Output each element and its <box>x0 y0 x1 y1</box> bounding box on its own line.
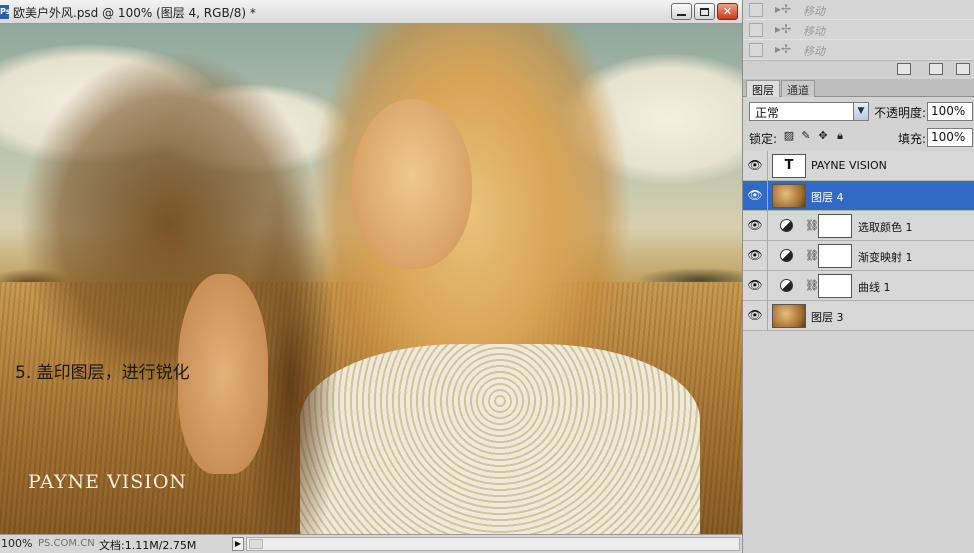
blend-mode-select[interactable]: 正常 ▼ <box>749 102 869 121</box>
layers-panel-tabs: 图层 通道 <box>743 79 974 97</box>
opacity-input[interactable]: 100% <box>927 102 973 121</box>
scrollbar-thumb[interactable] <box>249 539 263 549</box>
right-panel: ▸✢ 移动 ▸✢ 移动 ▸✢ 移动 图层 通道 正常 ▼ 不透明度: 100% … <box>742 0 974 553</box>
history-item[interactable]: ▸✢ 移动 <box>743 0 974 20</box>
status-watermark: PS.COM.CN <box>38 538 95 549</box>
model-hand <box>178 274 268 474</box>
layer-thumbnail <box>772 304 806 328</box>
history-item[interactable]: ▸✢ 移动 <box>743 40 974 60</box>
lock-paint-brush-icon[interactable]: ✎ <box>800 129 812 143</box>
divider <box>767 301 768 331</box>
link-icon[interactable]: ⛓ <box>805 249 819 262</box>
lock-icons: ▨ ✎ ✥ 🔒︎ <box>783 129 846 143</box>
blend-mode-value: 正常 <box>755 106 780 120</box>
lock-all-icon[interactable]: 🔒︎ <box>834 129 846 143</box>
create-snapshot-icon[interactable] <box>929 63 943 75</box>
zoom-level[interactable]: 100% <box>1 537 37 552</box>
trash-icon[interactable] <box>956 63 970 75</box>
document-title: 欧美户外风.psd @ 100% (图层 4, RGB/8) * <box>13 6 256 20</box>
lock-fill-row: 锁定: ▨ ✎ ✥ 🔒︎ 填充: 100% <box>743 124 974 151</box>
layer-name[interactable]: 选取颜色 1 <box>858 219 913 235</box>
move-icon: ▸✢ <box>775 42 792 56</box>
document-titlebar[interactable]: Ps 欧美户外风.psd @ 100% (图层 4, RGB/8) * ✕ <box>0 0 742 24</box>
eye-icon[interactable]: 👁︎ <box>747 217 763 233</box>
divider <box>767 181 768 211</box>
eye-icon[interactable]: 👁︎ <box>747 247 763 263</box>
history-item-label: 移动 <box>803 45 825 58</box>
adjustment-layer-icon <box>780 279 793 292</box>
lock-transparency-icon[interactable]: ▨ <box>783 129 795 143</box>
adjustment-layer-icon <box>780 219 793 232</box>
image-canvas[interactable]: 5. 盖印图层，进行锐化 PAYNE VISION <box>0 24 742 534</box>
tab-channels[interactable]: 通道 <box>781 80 815 97</box>
divider <box>767 271 768 301</box>
layer-row[interactable]: 👁︎ 图层 3 <box>743 301 974 331</box>
layer-row[interactable]: 👁︎ 图层 4 <box>743 181 974 211</box>
tab-layers[interactable]: 图层 <box>746 80 780 97</box>
move-icon: ▸✢ <box>775 22 792 36</box>
document-window: Ps 欧美户外风.psd @ 100% (图层 4, RGB/8) * ✕ 5.… <box>0 0 742 553</box>
move-icon: ▸✢ <box>775 2 792 16</box>
history-snapshot-toggle[interactable] <box>749 3 763 17</box>
divider <box>767 241 768 271</box>
close-icon: ✕ <box>722 5 733 18</box>
fill-label: 填充: <box>898 132 927 146</box>
opacity-label: 不透明度: <box>874 106 927 120</box>
history-item-label: 移动 <box>803 25 825 38</box>
divider <box>767 211 768 241</box>
fill-input[interactable]: 100% <box>927 128 973 147</box>
minimize-button[interactable] <box>671 3 692 20</box>
layers-list: 👁︎ T PAYNE VISION 👁︎ 图层 4 👁︎ ⛓ 选取颜色 1 👁︎ <box>743 151 974 331</box>
eye-icon[interactable]: 👁︎ <box>747 307 763 323</box>
layer-thumbnail <box>772 184 806 208</box>
layer-name[interactable]: 图层 3 <box>811 309 844 325</box>
layer-row[interactable]: 👁︎ ⛓ 渐变映射 1 <box>743 241 974 271</box>
new-document-from-state-icon[interactable] <box>897 63 911 75</box>
maximize-button[interactable] <box>694 3 715 20</box>
layer-mask-thumbnail[interactable] <box>818 214 852 238</box>
status-bar: 100% PS.COM.CN 文档:1.11M/2.75M ▶ <box>0 534 742 553</box>
document-size: 文档:1.11M/2.75M <box>99 539 197 552</box>
layer-row[interactable]: 👁︎ T PAYNE VISION <box>743 151 974 181</box>
text-layer-thumbnail: T <box>772 154 806 178</box>
window-controls: ✕ <box>671 3 738 20</box>
history-item-label: 移动 <box>803 5 825 18</box>
link-icon[interactable]: ⛓ <box>805 279 819 292</box>
watermark-text: PAYNE VISION <box>28 471 188 493</box>
layer-name[interactable]: 曲线 1 <box>858 279 891 295</box>
layer-name[interactable]: 渐变映射 1 <box>858 249 913 265</box>
photoshop-icon: Ps <box>0 5 10 19</box>
layer-mask-thumbnail[interactable] <box>818 244 852 268</box>
history-item[interactable]: ▸✢ 移动 <box>743 20 974 40</box>
layer-name[interactable]: PAYNE VISION <box>811 159 887 172</box>
blend-opacity-row: 正常 ▼ 不透明度: 100% <box>743 98 974 125</box>
lock-position-icon[interactable]: ✥ <box>817 129 829 143</box>
history-toolbar <box>743 60 974 77</box>
close-button[interactable]: ✕ <box>717 3 738 20</box>
eye-icon[interactable]: 👁︎ <box>747 277 763 293</box>
status-menu-arrow-icon[interactable]: ▶ <box>232 537 244 551</box>
eye-icon[interactable]: 👁︎ <box>747 187 763 203</box>
chevron-down-icon: ▼ <box>853 103 868 120</box>
divider <box>767 151 768 181</box>
lock-label: 锁定: <box>749 132 778 146</box>
step-caption: 5. 盖印图层，进行锐化 <box>15 363 190 383</box>
history-snapshot-toggle[interactable] <box>749 43 763 57</box>
history-snapshot-toggle[interactable] <box>749 23 763 37</box>
horizontal-scrollbar[interactable] <box>246 537 740 551</box>
link-icon[interactable]: ⛓ <box>805 219 819 232</box>
adjustment-layer-icon <box>780 249 793 262</box>
minimize-icon <box>677 13 686 16</box>
layer-name[interactable]: 图层 4 <box>811 189 844 205</box>
layer-row[interactable]: 👁︎ ⛓ 选取颜色 1 <box>743 211 974 241</box>
layer-row[interactable]: 👁︎ ⛓ 曲线 1 <box>743 271 974 301</box>
eye-icon[interactable]: 👁︎ <box>747 157 763 173</box>
layer-mask-thumbnail[interactable] <box>818 274 852 298</box>
maximize-icon <box>700 7 709 16</box>
